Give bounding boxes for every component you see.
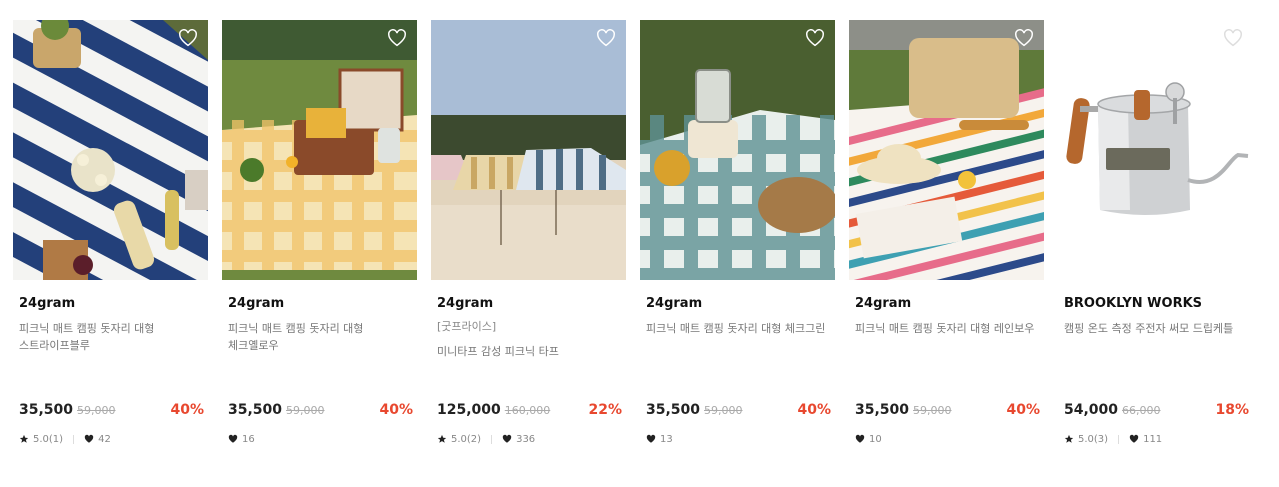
heart-filled-icon: [855, 434, 865, 443]
like-count: 13: [660, 433, 673, 445]
rating: 5.0(1): [33, 433, 64, 445]
discount-rate: 18%: [1215, 402, 1249, 418]
discount-rate: 40%: [379, 402, 413, 418]
price-row: 54,000 66,000 18%: [1064, 398, 1249, 418]
product-price: 125,000 160,000: [437, 402, 551, 418]
product-image[interactable]: [1058, 20, 1253, 280]
like-count: 16: [242, 433, 255, 445]
original-price: 66,000: [1122, 404, 1161, 417]
product-brand[interactable]: 24gram: [437, 295, 626, 313]
discount-rate: 40%: [170, 402, 204, 418]
discount-rate: 22%: [588, 402, 622, 418]
meta-divider: [491, 434, 493, 444]
heart-filled-icon: [1129, 434, 1139, 443]
discount-rate: 40%: [1006, 402, 1040, 418]
product-price: 35,500 59,000: [228, 402, 325, 418]
price-row: 125,000 160,000 22%: [437, 398, 622, 418]
heart-filled-icon: [646, 434, 656, 443]
star-icon: [437, 434, 447, 443]
product-photo-rainbow: [849, 20, 1044, 280]
product-card[interactable]: 24gram 피크닉 매트 캠핑 돗자리 대형 레인보우 35,500 59,00…: [849, 20, 1044, 445]
original-price: 160,000: [504, 404, 551, 417]
product-brand[interactable]: 24gram: [855, 295, 1044, 313]
heart-icon[interactable]: [596, 29, 616, 47]
product-price: 35,500 59,000: [646, 402, 743, 418]
meta-divider: [73, 434, 75, 444]
product-title[interactable]: 미니타프 감성 피크닉 타프: [437, 343, 625, 360]
product-brand[interactable]: 24gram: [19, 295, 208, 313]
product-photo-check-yellow: [222, 20, 417, 280]
product-price: 35,500 59,000: [855, 402, 952, 418]
product-brand[interactable]: 24gram: [228, 295, 417, 313]
product-title[interactable]: 피크닉 매트 캠핑 돗자리 대형 레인보우: [855, 320, 1043, 337]
product-meta: 16: [228, 432, 255, 446]
heart-icon[interactable]: [178, 29, 198, 47]
product-title[interactable]: 피크닉 매트 캠핑 돗자리 대형 체크옐로우: [228, 320, 416, 354]
product-title[interactable]: 피크닉 매트 캠핑 돗자리 대형 체크그린: [646, 320, 834, 337]
product-photo-mini-tarp: [431, 20, 626, 280]
product-meta: 5.0(3) 111: [1064, 432, 1162, 446]
product-meta: 13: [646, 432, 673, 446]
heart-icon[interactable]: [387, 29, 407, 47]
star-icon: [19, 434, 29, 443]
like-count: 111: [1143, 433, 1163, 445]
price-row: 35,500 59,000 40%: [855, 398, 1040, 418]
heart-filled-icon: [84, 434, 94, 443]
product-card[interactable]: 24gram [굿프라이스] 미니타프 감성 피크닉 타프 125,000 160…: [431, 20, 626, 445]
star-icon: [1064, 434, 1074, 443]
product-card[interactable]: 24gram 피크닉 매트 캠핑 돗자리 대형 체크옐로우 35,500 59,0…: [222, 20, 417, 445]
price-row: 35,500 59,000 40%: [646, 398, 831, 418]
product-price: 54,000 66,000: [1064, 402, 1161, 418]
original-price: 59,000: [77, 404, 116, 417]
product-photo-drip-kettle: [1058, 20, 1253, 280]
product-photo-stripe-blue: [13, 20, 208, 280]
heart-icon[interactable]: [1223, 29, 1243, 47]
heart-filled-icon: [502, 434, 512, 443]
product-image[interactable]: [640, 20, 835, 280]
like-count: 336: [516, 433, 536, 445]
product-grid: 24gram 피크닉 매트 캠핑 돗자리 대형 스트라이프블루 35,500 59…: [0, 0, 1279, 487]
original-price: 59,000: [286, 404, 325, 417]
heart-filled-icon: [228, 434, 238, 443]
product-card[interactable]: BROOKLYN WORKS 캠핑 온도 측정 주전자 써모 드립케틀 54,0…: [1058, 20, 1253, 445]
product-meta: 10: [855, 432, 882, 446]
price-row: 35,500 59,000 40%: [228, 398, 413, 418]
product-image[interactable]: [13, 20, 208, 280]
rating: 5.0(2): [451, 433, 482, 445]
product-meta: 5.0(1) 42: [19, 432, 111, 446]
product-tag: [굿프라이스]: [437, 320, 497, 333]
meta-divider: [1118, 434, 1120, 444]
product-brand[interactable]: BROOKLYN WORKS: [1064, 295, 1253, 313]
original-price: 59,000: [704, 404, 743, 417]
price-row: 35,500 59,000 40%: [19, 398, 204, 418]
like-count: 10: [869, 433, 882, 445]
product-card[interactable]: 24gram 피크닉 매트 캠핑 돗자리 대형 체크그린 35,500 59,00…: [640, 20, 835, 445]
discount-rate: 40%: [797, 402, 831, 418]
product-meta: 5.0(2) 336: [437, 432, 535, 446]
product-image[interactable]: [849, 20, 1044, 280]
heart-icon[interactable]: [1014, 29, 1034, 47]
product-photo-check-green: [640, 20, 835, 280]
product-title[interactable]: 캠핑 온도 측정 주전자 써모 드립케틀: [1064, 320, 1252, 337]
product-title[interactable]: 피크닉 매트 캠핑 돗자리 대형 스트라이프블루: [19, 320, 207, 354]
original-price: 59,000: [913, 404, 952, 417]
product-image[interactable]: [431, 20, 626, 280]
heart-icon[interactable]: [805, 29, 825, 47]
like-count: 42: [98, 433, 111, 445]
product-image[interactable]: [222, 20, 417, 280]
product-price: 35,500 59,000: [19, 402, 116, 418]
product-brand[interactable]: 24gram: [646, 295, 835, 313]
rating: 5.0(3): [1078, 433, 1109, 445]
product-card[interactable]: 24gram 피크닉 매트 캠핑 돗자리 대형 스트라이프블루 35,500 59…: [13, 20, 208, 445]
